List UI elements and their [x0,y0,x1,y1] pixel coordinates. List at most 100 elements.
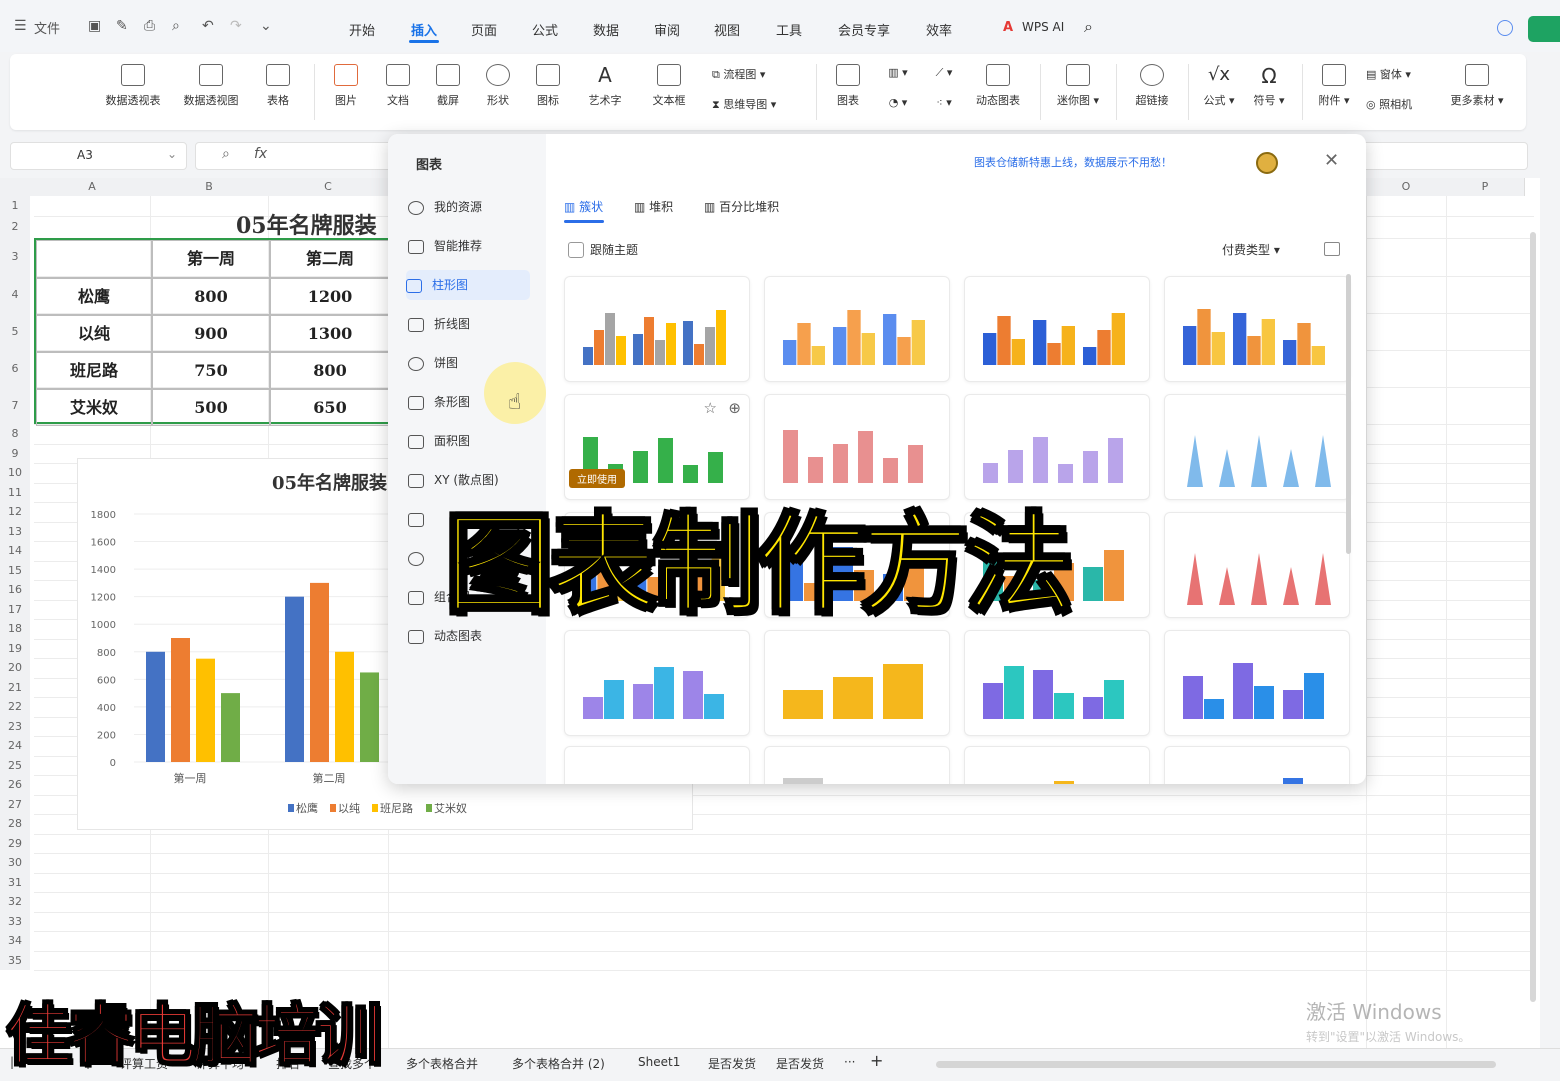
row-header[interactable]: 25 [0,755,30,775]
row-header[interactable]: 24 [0,736,30,756]
subtab-percent-stacked[interactable]: ▥ 百分比堆积 [704,198,779,215]
sparkline-button[interactable]: 迷你图 ▾ [1050,64,1106,108]
table-button[interactable]: 表格 [260,64,296,108]
chart-template-thumbnail[interactable] [1164,630,1350,736]
row-header[interactable]: 16 [0,580,30,600]
row-header[interactable]: 4 [0,276,30,313]
chart-button[interactable]: 图表 [828,64,868,108]
tab-view[interactable]: 视图 [714,20,740,39]
row-header[interactable]: 13 [0,521,30,541]
tab-formula[interactable]: 公式 [532,20,558,39]
row-header[interactable]: 27 [0,794,30,814]
textbox-button[interactable]: 文本框 [642,64,696,108]
sort-dropdown[interactable]: 付费类型 ▾ [1222,241,1280,258]
camera-button[interactable]: ◎ 照相机 [1366,96,1436,112]
attachment-button[interactable]: 附件 ▾ [1312,64,1356,108]
table-cell[interactable]: 800 [270,352,390,389]
chevron-down-icon[interactable]: ⌄ [167,147,177,161]
bar-chart-dropdown[interactable]: ▥ ▾ [878,66,918,79]
row-header[interactable]: 31 [0,872,30,892]
wps-ai-icon[interactable]: A [1003,20,1013,35]
table-cell[interactable]: 500 [152,389,270,426]
menu-icon[interactable]: ☰ [14,18,27,34]
save-icon[interactable]: ▣ [88,18,101,34]
row-header[interactable]: 20 [0,658,30,678]
fx-icon[interactable]: fx [254,146,267,162]
add-sheet-icon[interactable]: + [870,1051,883,1070]
tab-tools[interactable]: 工具 [776,20,802,39]
table-cell[interactable]: 班尼路 [36,352,152,389]
document-button[interactable]: 文档 [378,64,418,108]
row-header[interactable]: 18 [0,619,30,639]
chart-template-thumbnail[interactable] [764,630,950,736]
icon-library-button[interactable]: 图标 [528,64,568,108]
table-cell[interactable]: 650 [270,389,390,426]
table-cell[interactable]: 艾米奴 [36,389,152,426]
row-header[interactable]: 21 [0,677,30,697]
chart-template-thumbnail[interactable] [564,276,750,382]
flowchart-button[interactable]: ⧉ 流程图 ▾ [712,66,792,82]
sheet-tab[interactable]: 是否发货 [708,1055,756,1072]
pivot-table-button[interactable]: 数据透视表 [100,64,166,108]
chart-template-thumbnail[interactable] [564,630,750,736]
follow-theme-checkbox[interactable] [568,242,584,258]
row-header[interactable]: 10 [0,463,30,483]
table-cell[interactable]: 800 [152,278,270,315]
picture-button[interactable]: 图片 [326,64,366,108]
table-header-cell[interactable]: 第二周 [270,240,390,278]
table-cell[interactable]: 900 [152,315,270,352]
tab-data[interactable]: 数据 [593,20,619,39]
row-header[interactable]: 33 [0,911,30,931]
tab-page[interactable]: 页面 [471,20,497,39]
row-header[interactable]: 35 [0,950,30,970]
layout-icon[interactable] [1324,242,1340,256]
chart-template-thumbnail[interactable] [1164,746,1350,784]
tab-member[interactable]: 会员专享 [838,20,890,39]
row-header[interactable]: 3 [0,238,30,276]
nav-my-resources[interactable]: 我的资源 [408,192,532,222]
wps-ai-button[interactable]: WPS AI [1022,20,1064,34]
column-header[interactable]: C [268,178,389,196]
row-header[interactable]: 34 [0,931,30,951]
sheet-tab[interactable]: 是否发货 [776,1055,824,1072]
undo-icon[interactable]: ↶ [202,18,214,34]
table-header-cell[interactable] [36,240,152,278]
sheet-title[interactable]: 05年名牌服装 [236,208,377,240]
row-header[interactable]: 14 [0,541,30,561]
chart-template-thumbnail[interactable] [564,746,750,784]
sheet-scrollbar[interactable] [1530,232,1536,1002]
zoom-icon[interactable]: ⌕ [222,146,230,162]
row-header[interactable]: 9 [0,443,30,463]
nav-area-chart[interactable]: 面积图 [408,426,532,456]
tab-insert[interactable]: 插入 [408,20,440,43]
chart-template-thumbnail[interactable] [964,276,1150,382]
row-header[interactable]: 19 [0,638,30,658]
chevron-down-icon[interactable]: ⌄ [260,18,272,34]
pie-chart-dropdown[interactable]: ◔ ▾ [878,96,918,109]
row-header[interactable]: 22 [0,697,30,717]
chart-template-thumbnail[interactable] [764,276,950,382]
tab-efficiency[interactable]: 效率 [926,20,952,39]
row-header[interactable]: 5 [0,313,30,350]
row-header[interactable]: 1 [0,196,30,216]
chart-template-thumbnail[interactable] [1164,276,1350,382]
row-header[interactable]: 12 [0,502,30,522]
chart-template-thumbnail[interactable] [764,746,950,784]
row-header[interactable]: 26 [0,775,30,795]
row-header[interactable]: 30 [0,853,30,873]
more-sheets-icon[interactable]: ··· [844,1055,855,1069]
line-chart-dropdown[interactable]: ⟋ ▾ [924,66,964,80]
row-header[interactable]: 6 [0,350,30,387]
row-header[interactable]: 11 [0,482,30,502]
redo-icon[interactable]: ↷ [230,18,242,34]
table-cell[interactable]: 750 [152,352,270,389]
formula-button[interactable]: √x 公式 ▾ [1196,64,1242,108]
subtab-stacked[interactable]: ▥ 堆积 [634,198,673,215]
table-cell[interactable]: 松鹰 [36,278,152,315]
sheet-tab[interactable]: 多个表格合并 (2) [512,1055,605,1072]
row-header[interactable]: 32 [0,892,30,912]
row-header[interactable]: 17 [0,599,30,619]
sheet-tab[interactable]: 多个表格合并 [406,1055,478,1072]
table-header-cell[interactable]: 第一周 [152,240,270,278]
file-menu[interactable]: 文件 [34,18,60,37]
